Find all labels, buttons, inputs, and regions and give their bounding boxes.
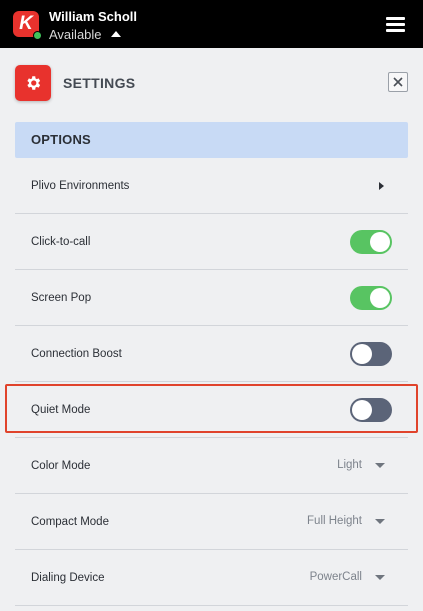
gear-icon	[15, 65, 51, 101]
row-label: Dialing Device	[31, 572, 105, 584]
dialing-device-select[interactable]: PowerCall	[310, 550, 362, 604]
row-label: Plivo Environments	[31, 180, 130, 192]
quiet-mode-toggle[interactable]	[350, 398, 392, 422]
chevron-down-icon[interactable]	[375, 575, 385, 580]
color-mode-select[interactable]: Light	[337, 438, 362, 492]
page-title: SETTINGS	[63, 75, 136, 91]
presence-dot	[33, 31, 42, 40]
row-label: Compact Mode	[31, 516, 109, 528]
row-label: Click-to-call	[31, 236, 91, 248]
connection-boost-toggle[interactable]	[350, 342, 392, 366]
app-logo: K	[13, 11, 42, 40]
caret-up-icon	[110, 31, 121, 37]
settings-row-screen-pop: Screen Pop	[15, 270, 408, 326]
settings-row-compact-mode: Compact Mode Full Height	[15, 494, 408, 550]
compact-mode-select[interactable]: Full Height	[307, 494, 362, 548]
chevron-right-icon	[379, 182, 384, 190]
status-label: Available	[49, 27, 102, 42]
chevron-down-icon[interactable]	[375, 463, 385, 468]
row-label: Screen Pop	[31, 292, 92, 304]
row-label: Color Mode	[31, 460, 91, 472]
settings-row-click-to-call: Click-to-call	[15, 214, 408, 270]
screen-pop-toggle[interactable]	[350, 286, 392, 310]
settings-row-connection-boost: Connection Boost	[15, 326, 408, 382]
status-selector[interactable]: Available	[49, 27, 121, 42]
settings-row-plivo-environments[interactable]: Plivo Environments	[15, 158, 408, 214]
settings-row-dialing-device: Dialing Device PowerCall	[15, 550, 408, 606]
click-to-call-toggle[interactable]	[350, 230, 392, 254]
close-button[interactable]	[388, 72, 408, 92]
row-label: Connection Boost	[31, 348, 122, 360]
logo-letter: K	[19, 13, 33, 34]
settings-row-color-mode: Color Mode Light	[15, 438, 408, 494]
row-label: Quiet Mode	[31, 404, 91, 416]
top-bar: K William Scholl Available	[0, 0, 423, 48]
settings-row-quiet-mode: Quiet Mode	[15, 382, 408, 438]
user-name: William Scholl	[49, 9, 138, 24]
hamburger-menu-icon[interactable]	[386, 17, 405, 32]
close-icon	[393, 77, 403, 87]
section-header-options: OPTIONS	[15, 122, 408, 158]
chevron-down-icon[interactable]	[375, 519, 385, 524]
